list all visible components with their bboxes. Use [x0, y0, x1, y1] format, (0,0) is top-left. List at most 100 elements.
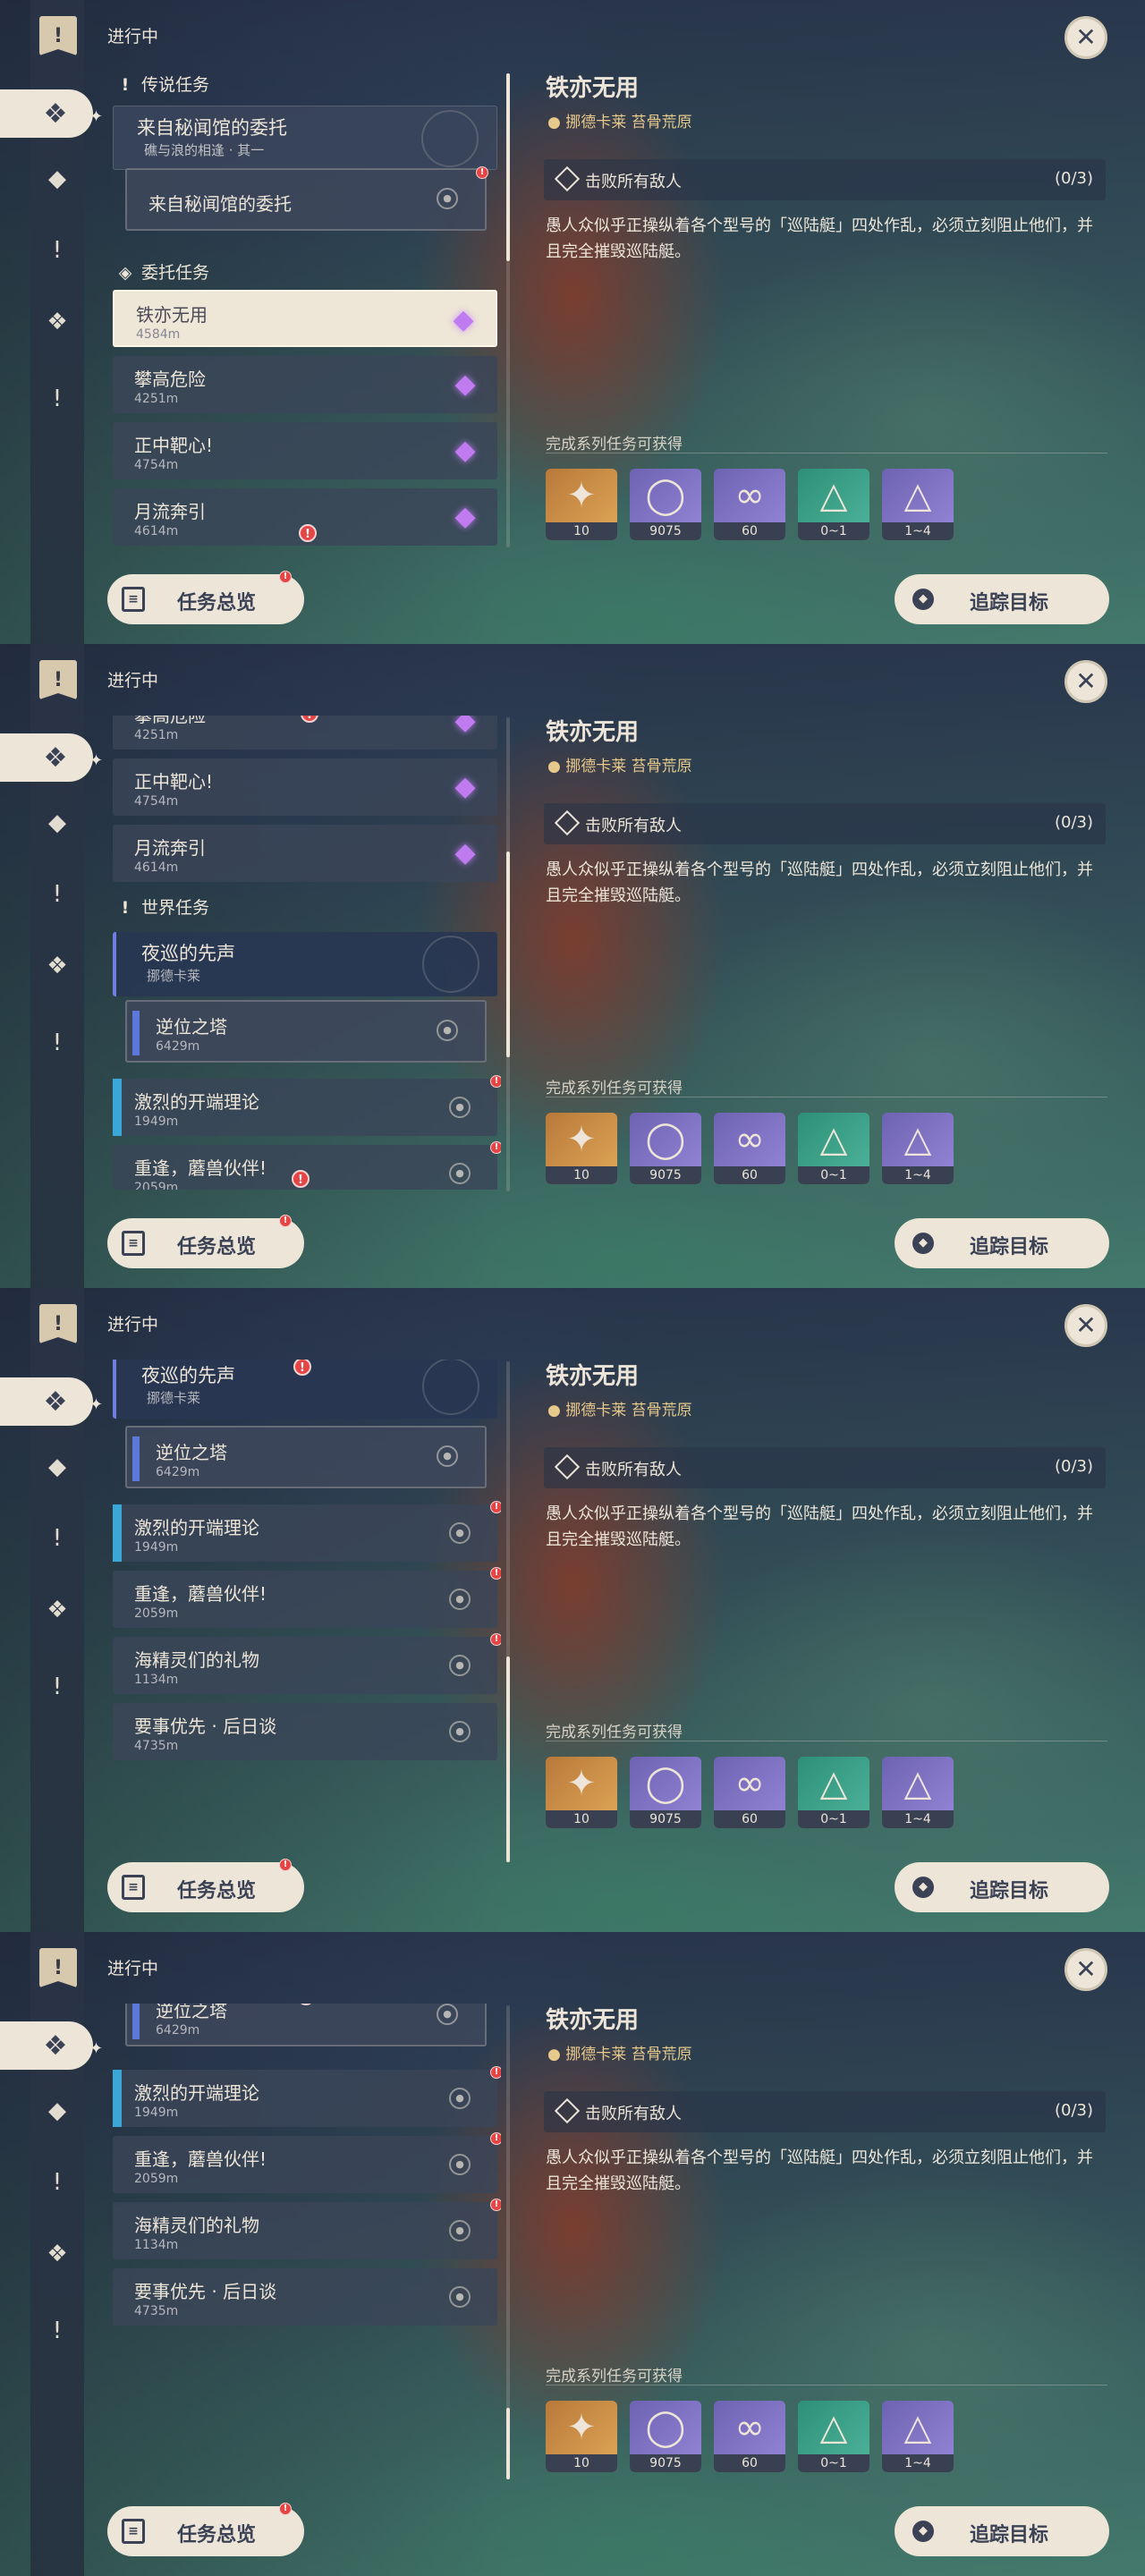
world-subquest[interactable]: 逆位之塔 6429m ● — [125, 1000, 487, 1063]
world-quest-item[interactable]: 要事优先 · 后日谈 4735m ● — [113, 1703, 497, 1760]
reward-item[interactable]: ∞ 60 — [714, 1757, 785, 1828]
close-button[interactable]: ✕ — [1064, 660, 1107, 703]
overview-label: 任务总览 — [177, 2524, 257, 2546]
world-quest-item[interactable]: 要事优先 · 后日谈 4735m ● — [113, 2268, 497, 2326]
primogem-icon: ✦ — [566, 1119, 597, 1160]
world-quest-group[interactable]: 夜巡的先声 挪德卡莱 — [113, 932, 497, 996]
commission-item[interactable]: 铁亦无用 4584m ◆ — [113, 290, 497, 347]
quest-list[interactable]: ! 传说任务 来自秘闻馆的委托 礁与浪的相逢 · 其一 来自秘闻馆的委托 ● ! … — [107, 72, 501, 546]
quest-list-scrollbar[interactable] — [506, 2005, 510, 2479]
archon-quest-icon[interactable]: ◆ — [39, 161, 75, 197]
all-quests-icon[interactable]: ❖ — [41, 744, 70, 773]
track-objective-button[interactable]: ◆ 追踪目标 — [895, 1862, 1109, 1912]
story-quest-icon[interactable]: ! — [39, 233, 75, 268]
reward-item[interactable]: △ 0~1 — [798, 1757, 869, 1828]
objective-count: (0/3) — [1054, 169, 1093, 188]
archon-quest-icon[interactable]: ◆ — [39, 805, 75, 841]
reward-item[interactable]: △ 0~1 — [798, 2401, 869, 2472]
commission-item[interactable]: 攀高危险 4251m ◆ ! — [113, 716, 497, 750]
reward-item[interactable]: ∞ 60 — [714, 2401, 785, 2472]
reward-item[interactable]: ✦ 10 — [546, 2401, 617, 2472]
quest-overview-button[interactable]: ≡ 任务总览 ! — [107, 1859, 304, 1912]
quest-overview-button[interactable]: ≡ 任务总览 ! — [107, 2503, 304, 2556]
world-quest-icon[interactable]: ! — [39, 1669, 75, 1705]
quest-overview-button[interactable]: ≡ 任务总览 ! — [107, 571, 304, 624]
reward-item[interactable]: ◯ 9075 — [630, 1757, 701, 1828]
reward-item[interactable]: △ 1~4 — [882, 469, 954, 540]
world-quest-item[interactable]: 海精灵们的礼物 1134m ● ! — [113, 2199, 501, 2259]
archon-quest-icon[interactable]: ◆ — [39, 2093, 75, 2129]
world-quest-icon[interactable]: ! — [39, 2313, 75, 2349]
reward-item[interactable]: ✦ 10 — [546, 469, 617, 540]
location-pin-icon: ● — [449, 2286, 471, 2308]
scrollbar-thumb[interactable] — [506, 73, 510, 261]
commission-item[interactable]: 攀高危险 4251m ◆ — [113, 356, 497, 413]
track-objective-button[interactable]: ◆ 追踪目标 — [895, 2506, 1109, 2556]
commission-item[interactable]: 正中靶心! 4754m ◆ — [113, 422, 497, 479]
commission-diamond-icon: ◆ — [454, 771, 476, 802]
world-subquest[interactable]: 逆位之塔 6429m ● — [125, 1426, 487, 1488]
alert-icon: ! — [299, 524, 317, 542]
reward-item[interactable]: △ 1~4 — [882, 1757, 954, 1828]
quest-list-scrollbar[interactable] — [506, 1361, 510, 1862]
track-objective-button[interactable]: ◆ 追踪目标 — [895, 1218, 1109, 1268]
reward-count: 1~4 — [882, 1166, 954, 1184]
world-quest-item[interactable]: 重逢，蘑兽伙伴! 2059m ● ! — [113, 1567, 501, 1628]
quest-list[interactable]: 夜巡的先声 挪德卡莱 ! 逆位之塔 6429m ● 激烈的开端理论 1949m … — [107, 1360, 501, 1834]
scrollbar-thumb[interactable] — [506, 852, 510, 1057]
all-quests-icon[interactable]: ❖ — [41, 2032, 70, 2061]
sparkle-icon: ✦ — [89, 2039, 104, 2058]
reward-item[interactable]: ✦ 10 — [546, 1757, 617, 1828]
legend-subquest[interactable]: 来自秘闻馆的委托 ● ! — [125, 166, 488, 231]
quest-name: 攀高危险 — [134, 369, 206, 390]
commission-quest-icon[interactable]: ❖ — [39, 304, 75, 340]
reward-item[interactable]: △ 0~1 — [798, 1113, 869, 1184]
world-quest-icon[interactable]: ! — [39, 1025, 75, 1061]
reward-item[interactable]: ◯ 9075 — [630, 2401, 701, 2472]
reward-item[interactable]: ∞ 60 — [714, 469, 785, 540]
close-button[interactable]: ✕ — [1064, 16, 1107, 59]
commission-quest-icon[interactable]: ❖ — [39, 948, 75, 984]
close-button[interactable]: ✕ — [1064, 1304, 1107, 1347]
crystal-cluster-icon: △ — [903, 1763, 932, 1804]
all-quests-icon[interactable]: ❖ — [41, 100, 70, 129]
objective-count: (0/3) — [1054, 2101, 1093, 2120]
all-quests-icon[interactable]: ❖ — [41, 1388, 70, 1417]
story-quest-icon[interactable]: ! — [39, 2165, 75, 2200]
quest-list-scrollbar[interactable] — [506, 717, 510, 1191]
story-quest-icon[interactable]: ! — [39, 877, 75, 912]
reward-item[interactable]: ◯ 9075 — [630, 469, 701, 540]
commission-quest-icon[interactable]: ❖ — [39, 2236, 75, 2272]
mora-icon: ◯ — [645, 2407, 686, 2448]
scrollbar-thumb[interactable] — [506, 1657, 510, 1862]
story-quest-icon[interactable]: ! — [39, 1521, 75, 1556]
quest-overview-button[interactable]: ≡ 任务总览 ! — [107, 1215, 304, 1268]
world-quest-item[interactable]: 激烈的开端理论 1949m ● ! — [113, 2066, 501, 2127]
scrollbar-thumb[interactable] — [506, 2408, 510, 2479]
archon-quest-icon[interactable]: ◆ — [39, 1449, 75, 1485]
commission-item[interactable]: 正中靶心! 4754m ◆ — [113, 758, 497, 816]
quest-list[interactable]: 逆位之塔 6429m ● ! 激烈的开端理论 1949m ● ! 重逢，蘑兽伙伴… — [107, 2004, 501, 2478]
commission-diamond-icon: ◆ — [454, 369, 476, 400]
world-quest-item[interactable]: 激烈的开端理论 1949m ● ! — [113, 1501, 501, 1562]
commission-quest-icon[interactable]: ❖ — [39, 1592, 75, 1628]
reward-item[interactable]: △ 1~4 — [882, 1113, 954, 1184]
reward-item[interactable]: ✦ 10 — [546, 1113, 617, 1184]
legend-quest-group[interactable]: 来自秘闻馆的委托 礁与浪的相逢 · 其一 — [113, 106, 497, 170]
track-objective-button[interactable]: ◆ 追踪目标 — [895, 574, 1109, 624]
quest-list-scrollbar[interactable] — [506, 73, 510, 547]
reward-item[interactable]: △ 0~1 — [798, 469, 869, 540]
reward-item[interactable]: ∞ 60 — [714, 1113, 785, 1184]
commission-item[interactable]: 月流奔引 4614m ◆ — [113, 825, 497, 882]
quest-list[interactable]: 攀高危险 4251m ◆ ! 正中靶心! 4754m ◆ 月流奔引 4614m … — [107, 716, 501, 1190]
world-quest-item[interactable]: 重逢，蘑兽伙伴! 2059m ● ! — [113, 2132, 501, 2193]
world-quest-icon[interactable]: ! — [39, 381, 75, 417]
world-quest-item[interactable]: 激烈的开端理论 1949m ● ! — [113, 1075, 501, 1136]
close-button[interactable]: ✕ — [1064, 1948, 1107, 1991]
reward-item[interactable]: △ 1~4 — [882, 2401, 954, 2472]
world-quest-item[interactable]: 海精灵们的礼物 1134m ● ! — [113, 1633, 501, 1694]
commission-item[interactable]: 月流奔引 4614m ◆ ! — [113, 488, 497, 546]
world-quest-group[interactable]: 夜巡的先声 挪德卡莱 ! — [113, 1360, 497, 1419]
reward-item[interactable]: ◯ 9075 — [630, 1113, 701, 1184]
world-subquest[interactable]: 逆位之塔 6429m ● ! — [125, 2004, 487, 2046]
